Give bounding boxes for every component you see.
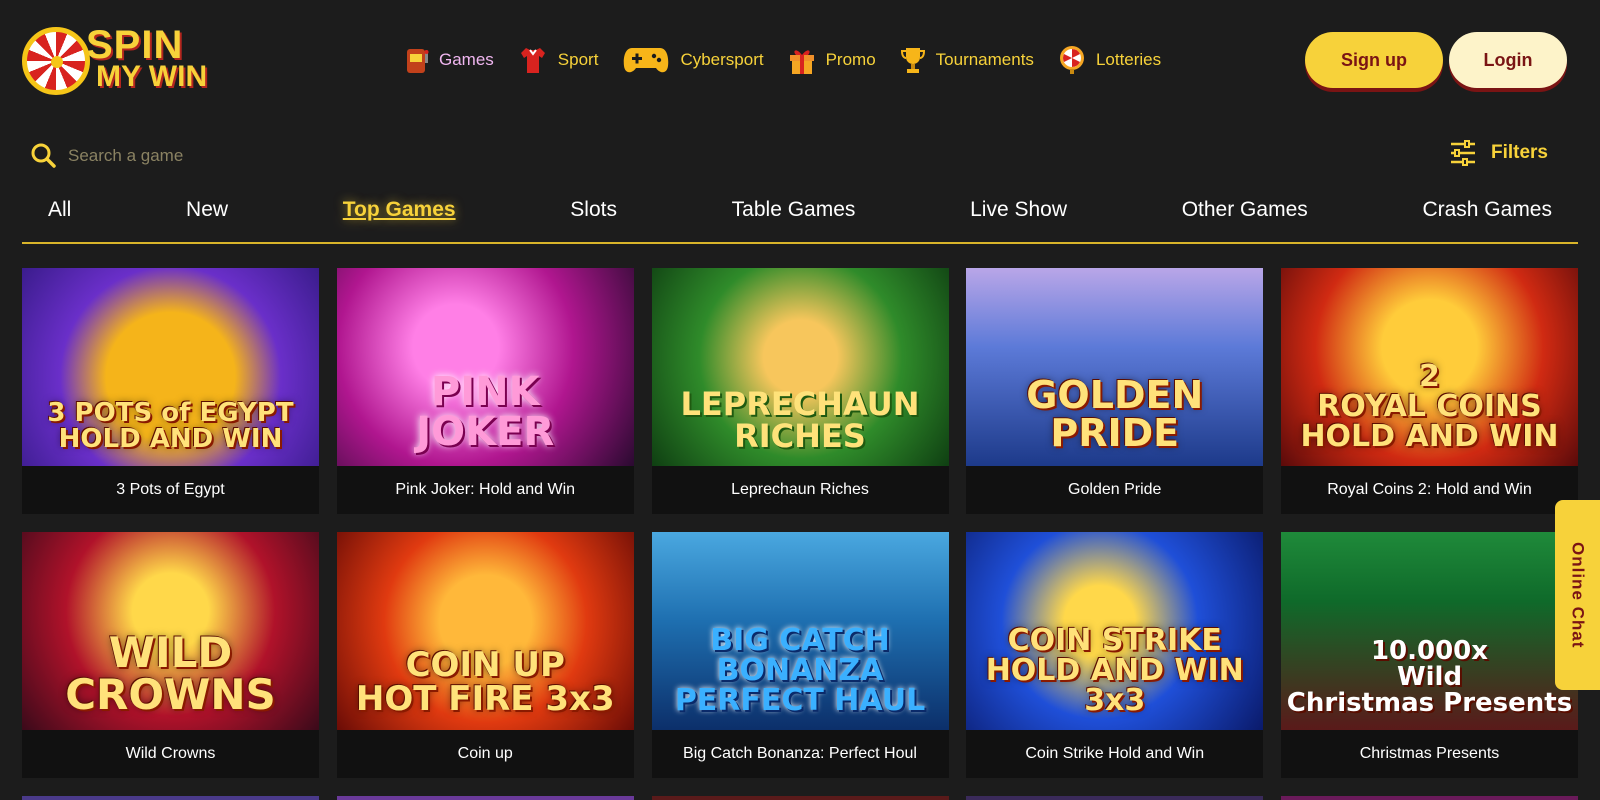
gamepad-icon [622, 44, 670, 76]
wheel-logo-icon [22, 27, 90, 95]
game-card[interactable]: WILD CROWNS Wild Crowns [22, 532, 319, 778]
nav-item-sport[interactable]: Sport [518, 45, 599, 75]
nav-item-cybersport[interactable]: Cybersport [622, 44, 764, 76]
tab-table-games[interactable]: Table Games [732, 196, 856, 238]
nav-item-games[interactable]: Games [405, 45, 494, 75]
nav-item-promo[interactable]: Promo [788, 45, 876, 75]
game-art-title: 2 ROYAL COINS HOLD AND WIN [1300, 359, 1559, 454]
nav-label: Games [439, 50, 494, 69]
game-thumbnail: BIG CATCH BONANZA PERFECT HAUL [651, 532, 949, 730]
game-card-peek [651, 796, 949, 800]
game-card[interactable]: BIG CATCH BONANZA PERFECT HAUL Big Catch… [651, 532, 949, 778]
game-card-peek [1281, 796, 1578, 800]
tab-new[interactable]: New [186, 196, 228, 238]
filters-label: Filters [1490, 142, 1548, 163]
game-art-title: COIN UP HOT FIRE 3x3 [355, 645, 615, 719]
game-card[interactable]: PINK JOKER Pink Joker: Hold and Win [336, 268, 634, 514]
game-thumbnail: PINK JOKER [336, 268, 634, 466]
category-tabs: All New Top Games Slots Table Games Live… [22, 192, 1578, 244]
game-art-title: 10.000x Wild Christmas Presents [1286, 636, 1573, 718]
game-art-title: WILD CROWNS [65, 628, 276, 719]
nav-label: Cybersport [680, 50, 764, 69]
game-title: Coin Strike Hold and Win [966, 730, 1264, 778]
site-header: SPIN MY WIN Games Sport Cybersport Promo… [0, 0, 1600, 120]
game-thumbnail: COIN UP HOT FIRE 3x3 [336, 532, 634, 730]
game-thumbnail: WILD CROWNS [22, 532, 319, 730]
main-nav: Games Sport Cybersport Promo Tournaments [405, 40, 1185, 80]
game-card-peek [336, 796, 634, 800]
game-title: 3 Pots of Egypt [22, 466, 319, 514]
game-art-title: LEPRECHAUN RICHES [680, 385, 920, 455]
nav-item-lotteries[interactable]: Lotteries [1058, 45, 1161, 75]
nav-label: Tournaments [935, 50, 1034, 69]
game-thumbnail: LEPRECHAUN RICHES [651, 268, 949, 466]
wheel-icon [1058, 45, 1086, 75]
game-card[interactable]: 2 ROYAL COINS HOLD AND WIN Royal Coins 2… [1281, 268, 1578, 514]
trophy-icon [900, 45, 926, 75]
online-chat-label: Online Chat [1568, 541, 1588, 649]
online-chat-button[interactable]: Online Chat [1555, 500, 1600, 690]
nav-item-tournaments[interactable]: Tournaments [900, 45, 1034, 75]
game-card-peek [966, 796, 1264, 800]
game-title: Golden Pride [966, 466, 1264, 514]
tab-top-games[interactable]: Top Games [343, 196, 456, 238]
game-card[interactable]: LEPRECHAUN RICHES Leprechaun Riches [651, 268, 949, 514]
game-art-title: GOLDEN PRIDE [1026, 373, 1204, 455]
game-thumbnail: 2 ROYAL COINS HOLD AND WIN [1281, 268, 1578, 466]
logo-text: SPIN MY WIN [86, 23, 208, 93]
game-title: Royal Coins 2: Hold and Win [1281, 466, 1578, 514]
nav-label: Sport [557, 50, 599, 69]
tab-crash-games[interactable]: Crash Games [1422, 196, 1552, 238]
login-button[interactable]: Login [1449, 32, 1567, 88]
game-thumbnail: COIN STRIKE HOLD AND WIN 3x3 [966, 532, 1264, 730]
tab-all[interactable]: All [48, 196, 71, 238]
search-input[interactable] [68, 138, 568, 174]
nav-label: Promo [825, 50, 876, 69]
search-bar: Filters [22, 132, 1578, 180]
game-card[interactable]: COIN UP HOT FIRE 3x3 Coin up [336, 532, 634, 778]
games-grid: 3 POTS of EGYPT HOLD AND WIN 3 Pots of E… [22, 268, 1578, 778]
search-icon[interactable] [30, 142, 56, 168]
game-card[interactable]: 10.000x Wild Christmas Presents Christma… [1281, 532, 1578, 778]
game-title: Coin up [336, 730, 634, 778]
game-card[interactable]: COIN STRIKE HOLD AND WIN 3x3 Coin Strike… [966, 532, 1264, 778]
site-logo[interactable]: SPIN MY WIN [22, 23, 212, 96]
tab-slots[interactable]: Slots [570, 196, 617, 238]
slot-machine-icon [405, 45, 429, 75]
game-card-peek [22, 796, 319, 800]
game-title: Big Catch Bonanza: Perfect Houl [651, 730, 949, 778]
logo-line-1: SPIN [86, 23, 184, 67]
game-art-title: COIN STRIKE HOLD AND WIN 3x3 [985, 623, 1244, 718]
game-card[interactable]: 3 POTS of EGYPT HOLD AND WIN 3 Pots of E… [22, 268, 319, 514]
game-thumbnail: GOLDEN PRIDE [966, 268, 1264, 466]
game-thumbnail: 3 POTS of EGYPT HOLD AND WIN [22, 268, 319, 466]
game-art-title: PINK JOKER [416, 369, 555, 455]
game-title: Leprechaun Riches [651, 466, 949, 514]
game-art-title: 3 POTS of EGYPT HOLD AND WIN [47, 398, 294, 454]
filters-icon [1450, 140, 1475, 166]
nav-label: Lotteries [1095, 50, 1162, 69]
game-art-title: BIG CATCH BONANZA PERFECT HAUL [674, 623, 926, 718]
gift-icon [788, 45, 816, 75]
filters-button[interactable]: Filters [1449, 140, 1548, 166]
tab-other-games[interactable]: Other Games [1182, 196, 1308, 238]
game-title: Wild Crowns [22, 730, 319, 778]
game-card[interactable]: GOLDEN PRIDE Golden Pride [966, 268, 1264, 514]
game-title: Christmas Presents [1281, 730, 1578, 778]
game-title: Pink Joker: Hold and Win [336, 466, 634, 514]
logo-line-2: MY WIN [96, 60, 208, 93]
game-thumbnail: 10.000x Wild Christmas Presents [1281, 532, 1578, 730]
sign-up-button[interactable]: Sign up [1305, 32, 1443, 88]
jersey-icon [518, 45, 548, 75]
tab-live-show[interactable]: Live Show [970, 196, 1067, 238]
next-row-peek [22, 796, 1578, 800]
